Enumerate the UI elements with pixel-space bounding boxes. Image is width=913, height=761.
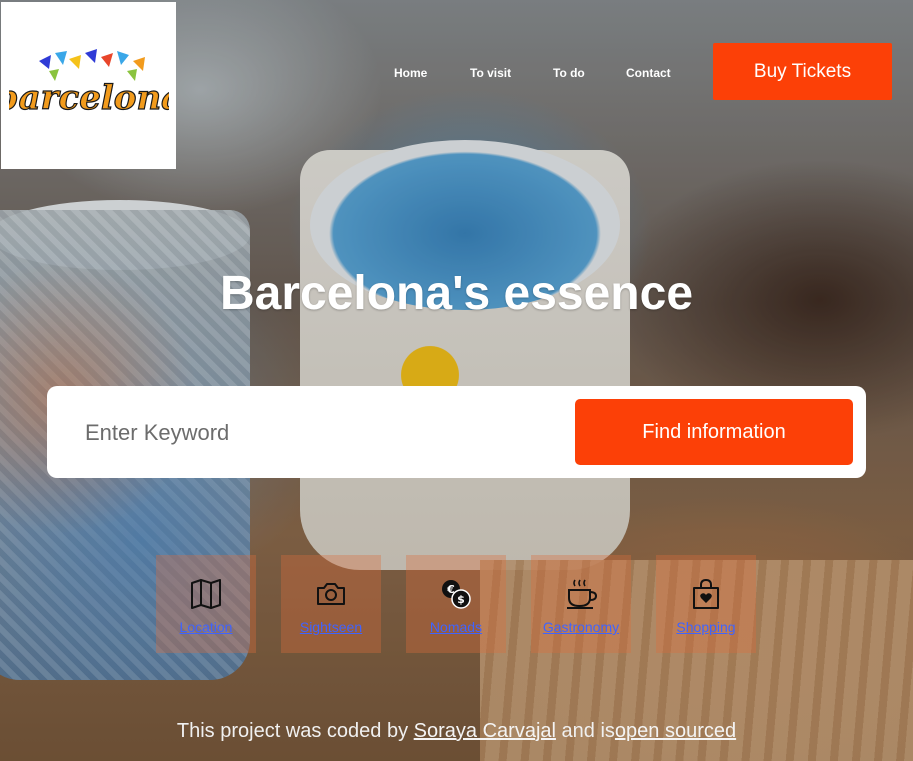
camera-icon [317,583,345,605]
nav-to-do-link[interactable]: To do [553,66,585,80]
category-shopping[interactable]: Shopping [656,555,756,653]
category-nomads[interactable]: € $ Nomads [406,555,506,653]
category-nomads-link[interactable]: Nomads [430,619,482,635]
open-source-link[interactable]: open sourced [615,720,736,742]
coins-icon: € $ [442,580,471,609]
find-information-button[interactable]: Find information [575,399,853,465]
category-sightseen[interactable]: Sightseen [281,555,381,653]
category-gastronomy[interactable]: Gastronomy [531,555,631,653]
search-bar: Find information [47,386,866,478]
nav-home-link[interactable]: Home [394,66,427,80]
nav-to-visit-link[interactable]: To visit [470,66,511,80]
map-icon [191,579,221,609]
svg-text:$: $ [457,593,465,606]
shopping-bag-icon [693,578,719,609]
author-link[interactable]: Soraya Carvajal [414,720,556,742]
category-shopping-link[interactable]: Shopping [676,619,735,635]
search-input[interactable] [83,414,547,452]
category-location[interactable]: Location [156,555,256,653]
svg-text:barcelona: barcelona [9,78,169,118]
buy-tickets-button[interactable]: Buy Tickets [713,43,892,100]
nav-contact-link[interactable]: Contact [626,66,671,80]
coffee-cup-icon [567,579,598,609]
category-gastronomy-link[interactable]: Gastronomy [543,619,619,635]
logo[interactable]: barcelona [1,2,176,169]
page-title: Barcelona's essence [219,267,694,320]
footer-prefix: This project was coded by [176,720,409,742]
barcelona-logo-icon: barcelona [9,48,169,118]
footer-credits: This project was coded by Soraya Carvaja… [0,720,913,743]
category-sightseen-link[interactable]: Sightseen [300,619,362,635]
footer-middle: and is [561,720,615,742]
category-list: Location Sightseen € $ Nomads Gastronomy [0,555,913,655]
category-location-link[interactable]: Location [180,619,233,635]
